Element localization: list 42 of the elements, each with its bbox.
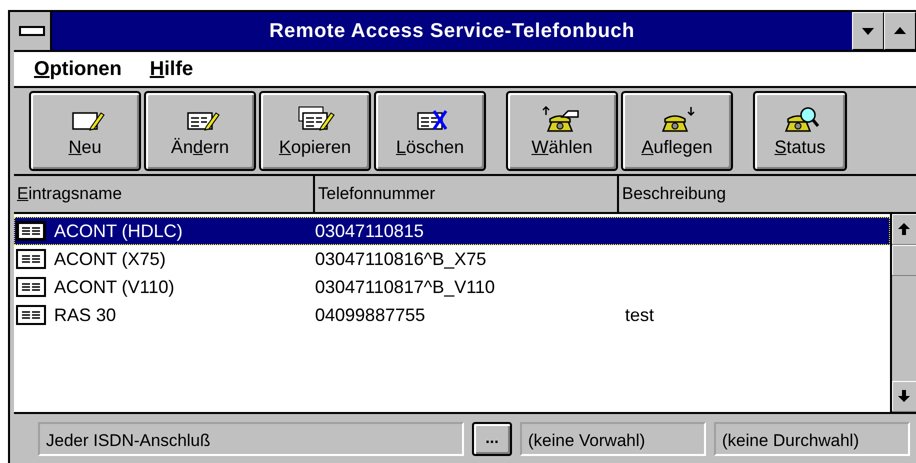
port-field: Jeder ISDN-Anschluß xyxy=(38,422,464,456)
entry-name: RAS 30 xyxy=(54,304,116,326)
entry-name: ACONT (X75) xyxy=(54,248,166,270)
phone-number: 03047110817^B_V110 xyxy=(315,276,495,298)
scroll-up-button[interactable] xyxy=(892,214,916,245)
column-header[interactable]: Eintragsname xyxy=(14,176,315,212)
scroll-thumb[interactable] xyxy=(892,245,916,276)
column-header[interactable]: Telefonnummer xyxy=(315,176,619,212)
browse-button[interactable]: ... xyxy=(472,422,512,456)
menu-item[interactable]: Optionen xyxy=(34,58,122,80)
dial-phone-icon xyxy=(542,104,582,134)
window-title: Remote Access Service-Telefonbuch xyxy=(52,12,852,50)
minimize-button[interactable] xyxy=(852,12,884,50)
toolbar-button[interactable]: Kopieren xyxy=(259,91,371,171)
toolbar-button[interactable]: Ändern xyxy=(144,91,256,171)
scroll-down-button[interactable] xyxy=(892,381,916,412)
up-triangle-icon xyxy=(893,26,907,36)
entry-description: test xyxy=(625,304,654,326)
menu-item[interactable]: Hilfe xyxy=(150,58,194,80)
up-arrow-icon xyxy=(897,222,911,236)
phone-number: 03047110815 xyxy=(315,220,424,242)
toolbar-button[interactable]: Wählen xyxy=(506,91,618,171)
suffix-field: (keine Durchwahl) xyxy=(714,422,910,456)
down-triangle-icon xyxy=(861,26,875,36)
phonebook-entry[interactable]: RAS 30 04099887755 test xyxy=(14,301,890,329)
entry-card-icon xyxy=(16,221,46,241)
scrollbar[interactable] xyxy=(890,214,916,412)
phone-number: 03047110816^B_X75 xyxy=(315,248,486,270)
phonebook-entry[interactable]: ACONT (HDLC) 03047110815 xyxy=(14,217,890,245)
toolbar-button[interactable]: Löschen xyxy=(374,91,486,171)
down-arrow-icon xyxy=(897,389,911,403)
column-header[interactable]: Beschreibung xyxy=(619,176,916,212)
phonebook-entry[interactable]: ACONT (X75) 03047110816^B_X75 xyxy=(14,245,890,273)
entry-name: ACONT (HDLC) xyxy=(54,220,183,242)
entry-name: ACONT (V110) xyxy=(54,276,174,298)
maximize-button[interactable] xyxy=(884,12,916,50)
phone-number: 04099887755 xyxy=(315,304,426,326)
phonebook-entry[interactable]: ACONT (V110) 03047110817^B_V110 xyxy=(14,273,890,301)
toolbar-button[interactable]: Status xyxy=(753,91,847,171)
toolbar-button[interactable]: Neu xyxy=(29,91,141,171)
toolbar-button[interactable]: Auflegen xyxy=(621,91,733,171)
prefix-field: (keine Vorwahl) xyxy=(520,422,706,456)
